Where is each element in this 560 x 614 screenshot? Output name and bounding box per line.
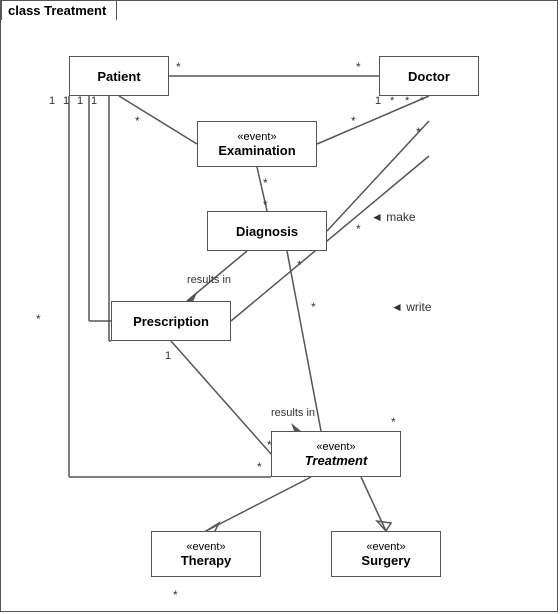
svg-text:*: * <box>257 460 262 474</box>
tab-label: class Treatment <box>1 0 117 20</box>
svg-text:*: * <box>135 114 140 128</box>
svg-text:*: * <box>297 258 302 272</box>
svg-text:*: * <box>390 95 395 107</box>
svg-text:*: * <box>263 198 268 212</box>
svg-text:1: 1 <box>49 95 55 107</box>
diagnosis-label: Diagnosis <box>236 224 298 239</box>
diagram-container: class Treatment * * 1 1 1 1 1 * * * * * … <box>0 0 558 612</box>
patient-label: Patient <box>97 69 140 84</box>
therapy-label: Therapy <box>181 553 232 568</box>
treatment-label: Treatment <box>305 453 368 468</box>
prescription-box: Prescription <box>111 301 231 341</box>
examination-label: Examination <box>218 143 295 158</box>
examination-stereotype: «event» <box>237 131 276 143</box>
prescription-label: Prescription <box>133 314 209 329</box>
svg-text:*: * <box>311 300 316 314</box>
svg-text:*: * <box>391 415 396 429</box>
therapy-stereotype: «event» <box>186 541 225 553</box>
svg-text:*: * <box>405 95 410 107</box>
svg-text:◄ make: ◄ make <box>371 210 416 224</box>
surgery-label: Surgery <box>361 553 410 568</box>
svg-text:*: * <box>176 60 181 74</box>
treatment-stereotype: «event» <box>316 441 355 453</box>
svg-text:1: 1 <box>63 95 69 107</box>
svg-text:1: 1 <box>77 95 83 107</box>
svg-text:1: 1 <box>91 95 97 107</box>
svg-text:*: * <box>356 60 361 74</box>
svg-text:*: * <box>36 312 41 326</box>
surgery-stereotype: «event» <box>366 541 405 553</box>
svg-text:results in: results in <box>271 407 315 419</box>
svg-text:*: * <box>420 95 425 107</box>
doctor-label: Doctor <box>408 69 450 84</box>
svg-text:results in: results in <box>187 274 231 286</box>
svg-text:◄ write: ◄ write <box>391 300 432 314</box>
svg-text:*: * <box>356 222 361 236</box>
patient-box: Patient <box>69 56 169 96</box>
diagnosis-box: Diagnosis <box>207 211 327 251</box>
therapy-box: «event» Therapy <box>151 531 261 577</box>
svg-text:1: 1 <box>375 95 381 107</box>
treatment-box: «event» Treatment <box>271 431 401 477</box>
svg-text:*: * <box>173 588 178 602</box>
surgery-box: «event» Surgery <box>331 531 441 577</box>
examination-box: «event» Examination <box>197 121 317 167</box>
doctor-box: Doctor <box>379 56 479 96</box>
svg-text:*: * <box>351 114 356 128</box>
svg-text:*: * <box>416 125 421 139</box>
svg-text:1: 1 <box>165 350 171 362</box>
svg-text:*: * <box>263 176 268 190</box>
